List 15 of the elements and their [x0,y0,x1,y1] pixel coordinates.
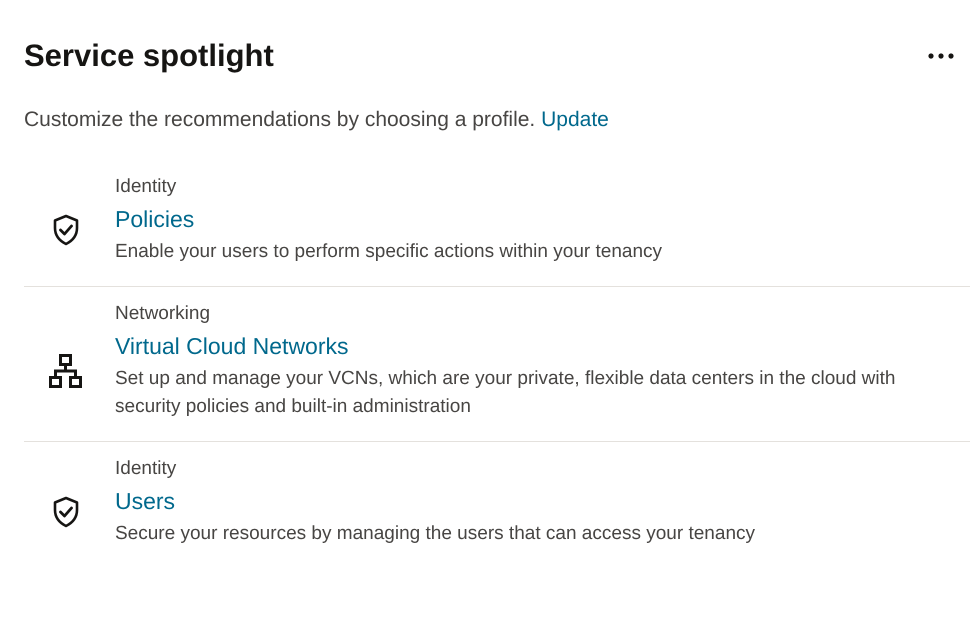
service-link[interactable]: Policies [115,200,194,238]
subtitle-text: Customize the recommendations by choosing a profile. [24,108,536,131]
shield-check-icon [52,496,80,528]
service-link[interactable]: Virtual Cloud Networks [115,327,349,365]
service-description: Set up and manage your VCNs, which are your private, flexible data centers in the cloud with security policies and built-in administration [115,367,896,419]
category-label: Identity [115,175,178,199]
update-link[interactable]: Update [541,108,609,131]
category-label: Networking [115,302,212,326]
category-label: Identity [115,457,178,481]
service-description: Enable your users to perform specific actions within your tenancy [115,240,664,264]
shield-check-icon [52,214,80,246]
service-description: Secure your resources by managing the users that can access your tenancy [115,522,756,546]
section-title: Service spotlight [24,38,274,74]
network-icon [48,353,84,389]
service-link[interactable]: Users [115,482,176,520]
